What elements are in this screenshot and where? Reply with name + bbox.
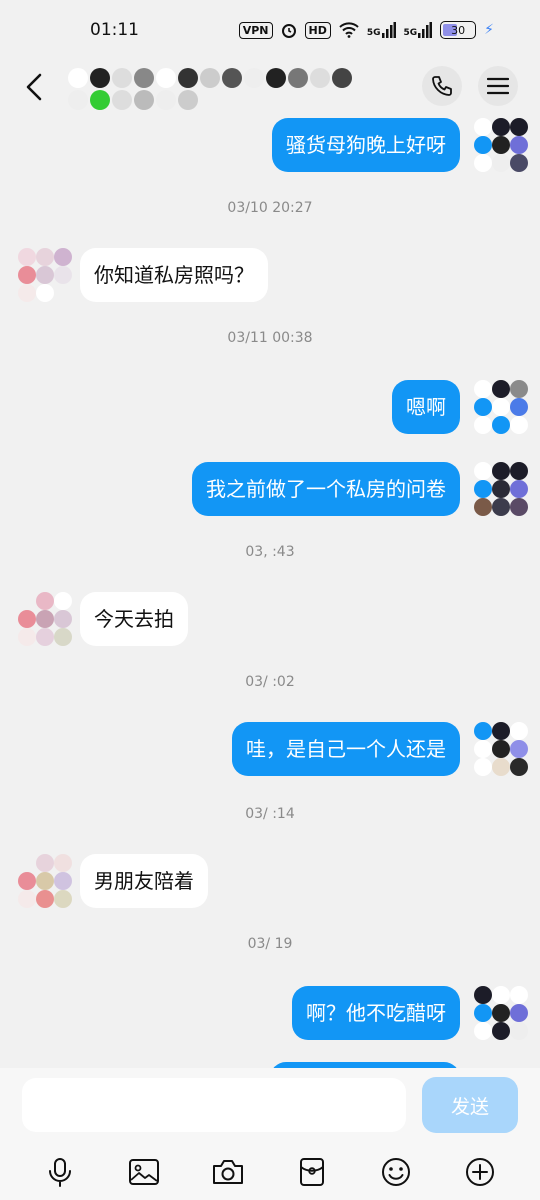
outgoing-bubble[interactable]: 骚货母狗晚上好呀 — [272, 118, 460, 172]
charging-icon: ⚡ — [484, 22, 494, 38]
camera-button[interactable] — [206, 1150, 250, 1194]
timestamp: 03/11 00:38 — [227, 330, 313, 346]
message-row: 今天去拍 — [0, 592, 540, 646]
mic-icon — [49, 1158, 71, 1187]
timestamp: 03/ :02 — [245, 674, 295, 690]
call-button[interactable] — [422, 66, 462, 106]
message-row: 哇，是自己一个人还是 — [0, 722, 540, 776]
incoming-bubble[interactable]: 今天去拍 — [80, 592, 188, 646]
status-time: 01:11 — [90, 20, 139, 40]
outgoing-bubble[interactable]: 啊？他不吃醋呀 — [292, 986, 460, 1040]
chevron-left-icon — [26, 73, 42, 101]
hd-badge: HD — [304, 21, 331, 39]
image-button[interactable] — [122, 1150, 166, 1194]
timestamp: 03/ :14 — [245, 806, 295, 822]
my-avatar[interactable] — [474, 118, 528, 172]
timestamp: 03/10 20:27 — [227, 200, 313, 216]
send-button[interactable]: 发送 — [422, 1077, 518, 1133]
message-row: 你知道私房照吗？ — [0, 248, 540, 302]
camera-icon — [213, 1160, 243, 1184]
contact-avatar[interactable] — [18, 592, 72, 646]
more-button[interactable] — [458, 1150, 502, 1194]
back-button[interactable] — [18, 70, 52, 104]
wifi-icon — [339, 22, 359, 38]
message-row: 男朋友陪着 — [0, 854, 540, 908]
outgoing-bubble[interactable]: 嗯啊 — [392, 380, 460, 434]
composer-toolbar — [0, 1144, 540, 1200]
red-packet-icon — [300, 1158, 324, 1186]
incoming-bubble[interactable]: 男朋友陪着 — [80, 854, 208, 908]
contact-avatar[interactable] — [18, 248, 72, 302]
timestamp: 03, :43 — [245, 544, 295, 560]
outgoing-bubble[interactable]: 哇，是自己一个人还是 — [232, 722, 460, 776]
my-avatar[interactable] — [474, 722, 528, 776]
emoji-button[interactable] — [374, 1150, 418, 1194]
contact-name-mosaic — [68, 68, 358, 110]
plus-icon — [466, 1158, 494, 1186]
signal-5g-icon: 5G — [367, 22, 396, 38]
incoming-bubble[interactable]: 你知道私房照吗？ — [80, 248, 268, 302]
voice-button[interactable] — [38, 1150, 82, 1194]
contact-avatar[interactable] — [18, 854, 72, 908]
menu-icon — [487, 77, 509, 95]
message-row: 我之前做了一个私房的问卷 — [0, 462, 540, 516]
my-avatar[interactable] — [474, 380, 528, 434]
alarm-icon — [281, 22, 297, 38]
status-icons: VPN HD 5G 5G 30 ⚡ — [238, 21, 494, 39]
timestamp: 03/ 19 — [247, 936, 293, 952]
phone-icon — [432, 76, 452, 96]
status-bar: 01:11 VPN HD 5G 5G 30 ⚡ — [0, 0, 540, 60]
message-row: 骚货母狗晚上好呀 — [0, 118, 540, 172]
my-avatar[interactable] — [474, 986, 528, 1040]
outgoing-bubble[interactable]: 我之前做了一个私房的问卷 — [192, 462, 460, 516]
vpn-badge: VPN — [238, 21, 273, 39]
image-icon — [129, 1159, 159, 1185]
composer: 发送 — [0, 1068, 540, 1200]
message-input[interactable] — [22, 1078, 406, 1132]
emoji-icon — [382, 1158, 410, 1186]
chat-header — [0, 60, 540, 116]
battery-icon: 30 — [440, 21, 477, 39]
my-avatar[interactable] — [474, 462, 528, 516]
message-list[interactable]: 骚货母狗晚上好呀 03/10 20:27 你知道私房照吗？ 03/11 00:3… — [0, 116, 540, 1068]
menu-button[interactable] — [478, 66, 518, 106]
message-row: 嗯啊 — [0, 380, 540, 434]
message-row: 啊？他不吃醋呀 — [0, 986, 540, 1040]
signal-5g-2-icon: 5G — [404, 22, 433, 38]
red-packet-button[interactable] — [290, 1150, 334, 1194]
